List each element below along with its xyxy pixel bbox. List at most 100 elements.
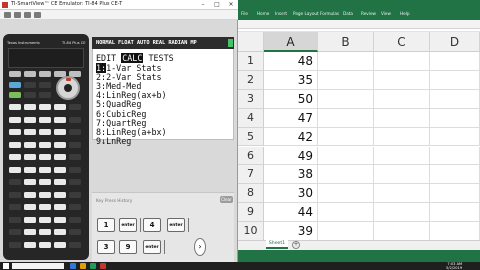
cell-c8[interactable]	[374, 184, 430, 204]
save-icon[interactable]	[14, 12, 21, 18]
cell-b4[interactable]	[318, 108, 374, 128]
calculator-key[interactable]	[24, 71, 36, 77]
open-file-icon[interactable]	[4, 12, 11, 18]
column-header-c[interactable]: C	[374, 32, 430, 52]
calculator-key[interactable]	[24, 116, 36, 123]
cell-d1[interactable]	[430, 52, 480, 71]
calculator-key[interactable]	[39, 154, 51, 160]
row-header[interactable]: 8	[238, 184, 264, 204]
close-icon[interactable]: ✕	[224, 0, 238, 10]
calculator-key[interactable]	[54, 116, 66, 123]
ribbon-tab-review[interactable]: Review	[361, 11, 376, 16]
edge-icon[interactable]	[70, 263, 76, 269]
cell-d6[interactable]	[430, 146, 480, 166]
history-next-chevron-icon[interactable]: ›	[194, 238, 206, 256]
windows-start-icon[interactable]	[3, 263, 9, 269]
calculator-key[interactable]	[24, 179, 36, 185]
excel-taskbar-icon[interactable]	[90, 263, 96, 269]
row-header[interactable]: 7	[238, 165, 264, 185]
calculator-key[interactable]	[9, 241, 21, 248]
calculator-key[interactable]	[9, 82, 21, 88]
cell-a5[interactable]: 42	[264, 127, 318, 147]
calculator-key[interactable]	[69, 191, 81, 198]
minimize-icon[interactable]: –	[196, 0, 210, 10]
calculator-key[interactable]	[39, 92, 51, 98]
calculator-key[interactable]	[9, 191, 21, 198]
history-key-9[interactable]: 9	[119, 240, 137, 254]
cell-b1[interactable]	[318, 52, 374, 71]
cell-c7[interactable]	[374, 165, 430, 185]
cell-c2[interactable]	[374, 70, 430, 90]
row-header[interactable]: 10	[238, 222, 264, 241]
cell-c6[interactable]	[374, 146, 430, 166]
cell-c4[interactable]	[374, 108, 430, 128]
calculator-key[interactable]	[54, 129, 66, 135]
cell-d8[interactable]	[430, 184, 480, 204]
cell-a6[interactable]: 49	[264, 146, 318, 166]
calculator-key[interactable]	[54, 166, 66, 173]
calculator-key[interactable]	[24, 92, 36, 98]
calculator-key[interactable]	[24, 216, 36, 223]
cell-a1[interactable]: 48	[264, 52, 318, 71]
calculator-key[interactable]	[69, 229, 81, 235]
ribbon-tab-file[interactable]: File	[241, 11, 248, 16]
calculator-key[interactable]	[9, 229, 21, 235]
cell-b6[interactable]	[318, 146, 374, 166]
row-header[interactable]: 4	[238, 108, 264, 128]
calculator-key[interactable]	[24, 191, 36, 198]
calculator-key[interactable]	[9, 104, 21, 110]
calculator-key[interactable]	[39, 166, 51, 173]
calculator-key[interactable]	[39, 116, 51, 123]
history-key-enter[interactable]: enter	[167, 218, 185, 232]
calculator-key[interactable]	[39, 179, 51, 185]
calculator-key[interactable]	[69, 141, 81, 148]
calculator-key[interactable]	[24, 229, 36, 235]
calculator-key[interactable]	[39, 191, 51, 198]
calculator-key[interactable]	[54, 104, 66, 110]
cell-a8[interactable]: 30	[264, 184, 318, 204]
history-key-enter[interactable]: enter	[119, 218, 137, 232]
tab-tests[interactable]: TESTS	[148, 53, 173, 63]
cell-b10[interactable]	[318, 222, 374, 241]
cell-c1[interactable]	[374, 52, 430, 71]
cell-a2[interactable]: 35	[264, 70, 318, 90]
cell-a3[interactable]: 50	[264, 89, 318, 109]
calculator-key[interactable]	[69, 104, 81, 110]
cell-c5[interactable]	[374, 127, 430, 147]
calculator-key[interactable]	[54, 216, 66, 223]
cell-b5[interactable]	[318, 127, 374, 147]
calculator-key[interactable]	[39, 204, 51, 210]
calculator-key[interactable]	[24, 154, 36, 160]
cell-b9[interactable]	[318, 203, 374, 223]
ribbon-tab-help[interactable]: Help	[400, 11, 410, 16]
ribbon-tab-insert[interactable]: Insert	[275, 11, 287, 16]
history-key-4[interactable]: 4	[143, 218, 161, 232]
column-header-b[interactable]: B	[318, 32, 374, 52]
taskbar-search-box[interactable]	[12, 263, 64, 269]
history-key-enter[interactable]: enter	[143, 240, 161, 254]
calculator-key[interactable]	[54, 141, 66, 148]
calculator-key[interactable]	[69, 179, 81, 185]
calculator-key[interactable]	[24, 129, 36, 135]
cell-d9[interactable]	[430, 203, 480, 223]
history-key-1[interactable]: 1	[97, 218, 115, 232]
calculator-key[interactable]	[69, 216, 81, 223]
calculator-key[interactable]	[39, 216, 51, 223]
calculator-key[interactable]	[24, 204, 36, 210]
calculator-key[interactable]	[39, 71, 51, 77]
row-header[interactable]: 2	[238, 70, 264, 90]
calculator-key[interactable]	[24, 166, 36, 173]
calculator-key[interactable]	[9, 141, 21, 148]
cell-d3[interactable]	[430, 89, 480, 109]
calculator-key[interactable]	[9, 154, 21, 160]
ribbon-tab-home[interactable]: Home	[257, 11, 269, 16]
select-all-corner[interactable]	[238, 32, 264, 52]
calculator-key[interactable]	[9, 92, 21, 98]
calculator-key[interactable]	[54, 191, 66, 198]
clear-history-button[interactable]: Clear	[220, 196, 233, 203]
calc-menu-item[interactable]: 9↓LnReg	[96, 136, 131, 146]
calculator-key[interactable]	[69, 154, 81, 160]
calculator-key[interactable]	[39, 229, 51, 235]
cell-a4[interactable]: 47	[264, 108, 318, 128]
calculator-key[interactable]	[24, 82, 36, 88]
